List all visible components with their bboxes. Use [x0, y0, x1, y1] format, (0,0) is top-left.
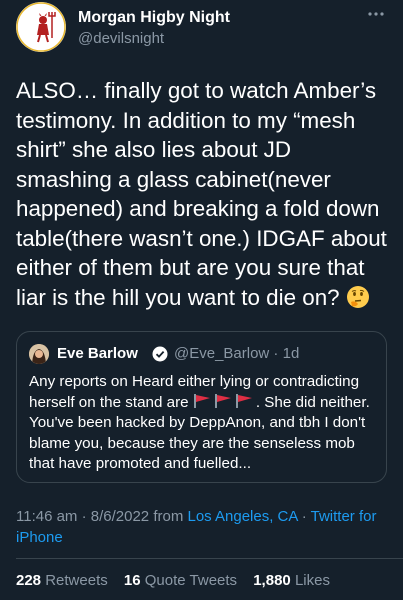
retweets-label: Retweets	[45, 572, 108, 589]
devil-moon-logo-icon[interactable]	[16, 2, 66, 52]
quoted-handle-time: @Eve_Barlow · 1d	[174, 345, 300, 362]
author-names: Morgan Higby Night @devilsnight	[78, 8, 230, 49]
quoted-tweet-text: Any reports on Heard either lying or con…	[29, 372, 379, 475]
red-flag-icon	[214, 393, 232, 408]
tweet-text: ALSO… finally got to watch Amber’s testi…	[16, 78, 387, 310]
tweet-body: ALSO… finally got to watch Amber’s testi…	[16, 76, 388, 316]
stats-divider	[16, 558, 403, 559]
location-link[interactable]: Los Angeles, CA	[187, 508, 297, 525]
retweets-stat[interactable]: 228 Retweets	[16, 572, 108, 589]
more-options-icon[interactable]	[364, 6, 388, 22]
quoted-tweet-card[interactable]: Eve Barlow @Eve_Barlow · 1d Any reports …	[16, 331, 387, 483]
tweet-stats: 228 Retweets 16 Quote Tweets 1,880 Likes	[16, 571, 342, 591]
red-flag-icon	[235, 393, 253, 408]
author-display-name[interactable]: Morgan Higby Night	[78, 8, 230, 28]
quotes-count: 16	[123, 572, 141, 589]
tweet-meta: 11:46 am · 8/6/2022 from Los Angeles, CA…	[16, 506, 388, 548]
quotes-label: Quote Tweets	[144, 572, 238, 589]
thinking-face-icon	[346, 285, 370, 317]
verified-badge-icon	[152, 346, 168, 362]
likes-stat[interactable]: 1,880 Likes	[253, 572, 330, 589]
meta-separator: ·	[297, 508, 311, 525]
likes-count: 1,880	[253, 572, 291, 589]
quoted-display-name: Eve Barlow	[57, 345, 138, 362]
quote-tweets-stat[interactable]: 16 Quote Tweets	[124, 572, 237, 589]
author-handle[interactable]: @devilsnight	[78, 29, 230, 49]
retweets-count: 228	[16, 572, 42, 589]
likes-label: Likes	[294, 572, 330, 589]
red-flag-icon	[193, 393, 211, 408]
quoted-tweet-header: Eve Barlow @Eve_Barlow · 1d	[29, 344, 369, 364]
quoted-avatar[interactable]	[29, 344, 49, 364]
tweet-header: Morgan Higby Night @devilsnight	[16, 0, 388, 60]
tweet-timestamp[interactable]: 11:46 am · 8/6/2022 from	[16, 508, 187, 525]
